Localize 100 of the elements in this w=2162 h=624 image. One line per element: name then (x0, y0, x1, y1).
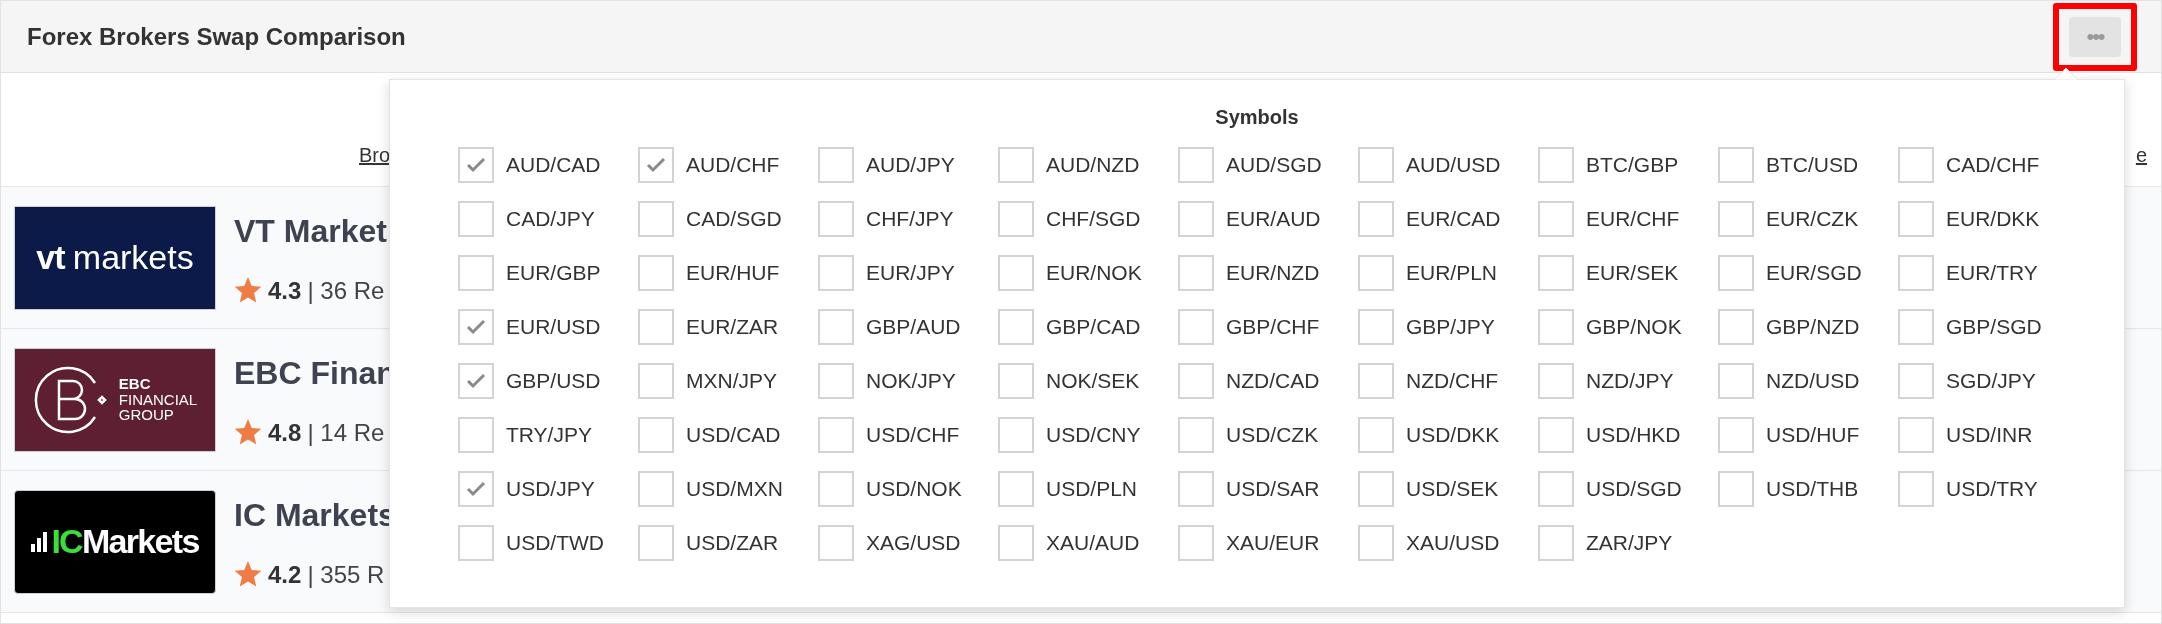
symbol-option[interactable]: AUD/CAD (458, 144, 638, 186)
checkbox[interactable] (1898, 309, 1934, 345)
checkbox[interactable] (1898, 363, 1934, 399)
symbol-option[interactable]: MXN/JPY (638, 360, 818, 402)
checkbox[interactable] (818, 201, 854, 237)
checkbox[interactable] (1898, 471, 1934, 507)
checkbox[interactable] (1178, 309, 1214, 345)
symbol-option[interactable]: USD/MXN (638, 468, 818, 510)
checkbox[interactable] (1538, 309, 1574, 345)
symbol-option[interactable]: USD/SGD (1538, 468, 1718, 510)
checkbox[interactable] (1358, 255, 1394, 291)
checkbox[interactable] (458, 147, 494, 183)
symbol-option[interactable]: USD/HKD (1538, 414, 1718, 456)
checkbox[interactable] (1358, 363, 1394, 399)
symbol-option[interactable]: BTC/USD (1718, 144, 1898, 186)
checkbox[interactable] (458, 201, 494, 237)
symbol-option[interactable]: CAD/CHF (1898, 144, 2078, 186)
symbol-option[interactable]: USD/JPY (458, 468, 638, 510)
symbol-option[interactable]: EUR/NZD (1178, 252, 1358, 294)
symbol-option[interactable]: USD/NOK (818, 468, 998, 510)
checkbox[interactable] (638, 525, 674, 561)
checkbox[interactable] (1358, 309, 1394, 345)
checkbox[interactable] (638, 147, 674, 183)
checkbox[interactable] (1898, 201, 1934, 237)
checkbox[interactable] (818, 309, 854, 345)
symbol-option[interactable]: USD/SEK (1358, 468, 1538, 510)
symbol-option[interactable]: GBP/AUD (818, 306, 998, 348)
checkbox[interactable] (638, 471, 674, 507)
symbol-option[interactable]: GBP/CHF (1178, 306, 1358, 348)
symbol-option[interactable]: CHF/SGD (998, 198, 1178, 240)
symbol-option[interactable]: CAD/SGD (638, 198, 818, 240)
checkbox[interactable] (1538, 363, 1574, 399)
symbol-option[interactable]: USD/CAD (638, 414, 818, 456)
symbol-option[interactable]: XAU/USD (1358, 522, 1538, 564)
symbol-option[interactable]: USD/DKK (1358, 414, 1538, 456)
checkbox[interactable] (1898, 417, 1934, 453)
broker-name[interactable]: VT Market (234, 206, 387, 255)
symbol-option[interactable]: EUR/JPY (818, 252, 998, 294)
checkbox[interactable] (1358, 417, 1394, 453)
checkbox[interactable] (818, 417, 854, 453)
checkbox[interactable] (1718, 363, 1754, 399)
checkbox[interactable] (1178, 147, 1214, 183)
checkbox[interactable] (458, 525, 494, 561)
checkbox[interactable] (1898, 147, 1934, 183)
checkbox[interactable] (1718, 201, 1754, 237)
symbol-option[interactable]: NZD/JPY (1538, 360, 1718, 402)
checkbox[interactable] (1538, 201, 1574, 237)
symbol-option[interactable]: GBP/JPY (1358, 306, 1538, 348)
checkbox[interactable] (1178, 255, 1214, 291)
symbol-option[interactable]: CHF/JPY (818, 198, 998, 240)
checkbox[interactable] (638, 363, 674, 399)
checkbox[interactable] (998, 471, 1034, 507)
symbol-option[interactable]: AUD/USD (1358, 144, 1538, 186)
checkbox[interactable] (1358, 471, 1394, 507)
checkbox[interactable] (1538, 471, 1574, 507)
symbol-option[interactable]: EUR/DKK (1898, 198, 2078, 240)
symbol-option[interactable]: EUR/CAD (1358, 198, 1538, 240)
checkbox[interactable] (998, 363, 1034, 399)
symbol-option[interactable]: EUR/USD (458, 306, 638, 348)
symbol-option[interactable]: GBP/NOK (1538, 306, 1718, 348)
symbol-option[interactable]: NZD/CAD (1178, 360, 1358, 402)
symbol-option[interactable]: GBP/USD (458, 360, 638, 402)
symbol-option[interactable]: AUD/NZD (998, 144, 1178, 186)
symbol-option[interactable]: XAG/USD (818, 522, 998, 564)
checkbox[interactable] (1538, 255, 1574, 291)
symbol-option[interactable]: USD/CNY (998, 414, 1178, 456)
checkbox[interactable] (1178, 417, 1214, 453)
symbol-option[interactable]: USD/CHF (818, 414, 998, 456)
symbol-option[interactable]: EUR/CZK (1718, 198, 1898, 240)
symbol-option[interactable]: EUR/SEK (1538, 252, 1718, 294)
symbol-option[interactable]: EUR/AUD (1178, 198, 1358, 240)
symbol-option[interactable]: USD/THB (1718, 468, 1898, 510)
checkbox[interactable] (638, 309, 674, 345)
checkbox[interactable] (818, 147, 854, 183)
checkbox[interactable] (998, 255, 1034, 291)
checkbox[interactable] (1178, 471, 1214, 507)
checkbox[interactable] (1718, 309, 1754, 345)
symbol-option[interactable]: NOK/JPY (818, 360, 998, 402)
column-link[interactable]: Bro (359, 140, 391, 170)
checkbox[interactable] (1898, 255, 1934, 291)
checkbox[interactable] (998, 201, 1034, 237)
symbol-option[interactable]: ZAR/JPY (1538, 522, 1718, 564)
symbol-option[interactable]: USD/TWD (458, 522, 638, 564)
checkbox[interactable] (818, 363, 854, 399)
checkbox[interactable] (458, 309, 494, 345)
symbol-option[interactable]: NOK/SEK (998, 360, 1178, 402)
symbol-option[interactable]: USD/INR (1898, 414, 2078, 456)
checkbox[interactable] (638, 201, 674, 237)
checkbox[interactable] (1358, 201, 1394, 237)
column-link[interactable]: e (2135, 140, 2147, 170)
checkbox[interactable] (818, 525, 854, 561)
checkbox[interactable] (1178, 525, 1214, 561)
checkbox[interactable] (998, 147, 1034, 183)
symbol-option[interactable]: AUD/SGD (1178, 144, 1358, 186)
checkbox[interactable] (1718, 417, 1754, 453)
checkbox[interactable] (1718, 147, 1754, 183)
symbol-option[interactable]: USD/SAR (1178, 468, 1358, 510)
symbol-option[interactable]: USD/TRY (1898, 468, 2078, 510)
symbol-option[interactable]: EUR/PLN (1358, 252, 1538, 294)
checkbox[interactable] (1538, 417, 1574, 453)
